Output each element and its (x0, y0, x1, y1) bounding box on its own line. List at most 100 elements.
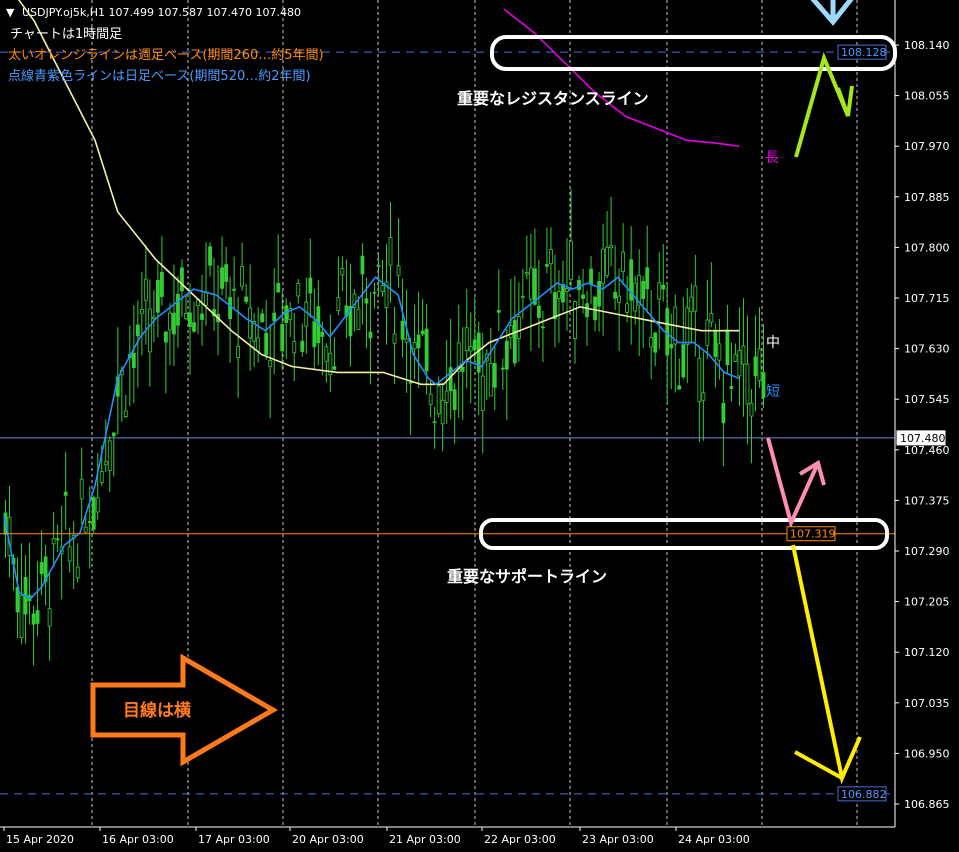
y-tick-label: 107.460 (904, 444, 950, 457)
candle-body (412, 341, 417, 350)
x-tick-label: 17 Apr 03:00 (198, 833, 270, 846)
candle-body (524, 272, 529, 275)
candle-body (332, 366, 337, 370)
ma-long-label: 長 (765, 150, 779, 166)
candle-body (260, 313, 265, 323)
candle-body (424, 328, 429, 372)
candle-body (653, 332, 658, 353)
candle-body (324, 346, 329, 362)
candle-body (537, 305, 541, 318)
candle-body (160, 272, 164, 297)
candle-body (480, 375, 485, 412)
candle-body (512, 320, 517, 364)
candle-body (757, 348, 762, 381)
green-zigzag-arrow (794, 51, 854, 158)
candle-body (276, 282, 281, 293)
candle-body (621, 251, 626, 273)
candle-body (669, 344, 674, 349)
x-tick-label: 20 Apr 03:00 (292, 833, 364, 846)
candle-body (151, 316, 156, 319)
candle-body (39, 562, 44, 575)
candle-body (685, 307, 690, 345)
y-tick-label: 107.715 (904, 292, 950, 305)
candle-body (428, 393, 433, 405)
candle-body (400, 320, 405, 340)
x-axis: 15 Apr 2020 16 Apr 03:00 17 Apr 03:00 20 Ap… (0, 826, 895, 846)
candle-body (569, 240, 573, 280)
resistance-price-tag: 108.128 (841, 46, 887, 59)
candle-body (336, 297, 341, 311)
candle-body (573, 301, 577, 339)
candle-body (368, 331, 373, 339)
candle-body (541, 326, 545, 329)
candle-body (408, 381, 413, 384)
candle-body (661, 284, 666, 290)
candle-body (232, 288, 237, 291)
candle-body (468, 346, 473, 352)
candle-body (589, 268, 593, 285)
candle-body (308, 277, 313, 294)
symbol-line: USDJPY.oj5k,H1 107.499 107.587 107.470 1… (22, 6, 301, 19)
candle-body (224, 264, 228, 282)
candle-body (75, 566, 80, 579)
candle-body (693, 285, 698, 312)
candle-body (677, 385, 682, 390)
ma-short-label: 短 (766, 384, 780, 400)
arrow-label: 目線は横 (123, 700, 191, 721)
candle-body (200, 313, 204, 320)
candle-body (380, 284, 385, 293)
candle-body (55, 538, 60, 541)
candle-body (204, 292, 208, 306)
candle-body (176, 293, 180, 326)
resistance-label: 重要なレジスタンスライン (457, 89, 649, 108)
candle-body (645, 267, 650, 290)
candle-body (248, 307, 253, 339)
y-tick-label: 108.055 (904, 90, 950, 103)
candle-body (376, 265, 381, 267)
candle-body (284, 305, 289, 323)
candle-body (244, 296, 249, 302)
candle-body (561, 284, 565, 303)
candle-body (649, 336, 654, 348)
chart-menu-triangle[interactable]: ▼ (6, 6, 15, 19)
blue-up-arrow (810, 0, 854, 26)
candle-body (549, 249, 553, 265)
candle-body (713, 331, 718, 357)
candle-body (272, 312, 277, 322)
candle-body (220, 267, 224, 289)
x-tick-label: 24 Apr 03:00 (678, 833, 750, 846)
candle-body (364, 298, 369, 304)
candle-body (188, 312, 192, 327)
candle-body (172, 312, 176, 335)
pink-zigzag-arrow (766, 437, 826, 529)
candle-body (733, 354, 738, 362)
candle-body (613, 291, 618, 299)
candle-body (340, 268, 345, 276)
ma-mid-label: 中 (766, 335, 780, 351)
current-price-tag: 107.480 (900, 432, 946, 445)
candle-body (95, 497, 100, 513)
candle-body (404, 338, 409, 343)
candle-body (103, 461, 108, 466)
candle-body (553, 292, 557, 320)
yellow-down-arrow (791, 544, 862, 785)
candle-body (585, 303, 589, 318)
candle-body (617, 295, 622, 304)
candle-body (460, 367, 465, 372)
candle-body (304, 301, 309, 327)
candle-body (47, 608, 52, 627)
candle-body (135, 324, 140, 337)
candle-body (452, 389, 457, 410)
candle-body (156, 279, 160, 313)
candle-body (472, 339, 477, 351)
candle-body (440, 399, 445, 425)
candle-body (657, 282, 662, 300)
candle-body (67, 546, 72, 562)
candle-body (577, 280, 581, 291)
candle-body (737, 350, 742, 377)
y-tick-label: 106.865 (904, 798, 950, 811)
candle-body (665, 308, 670, 356)
support-label: 重要なサポートライン (447, 567, 607, 586)
candle-body (83, 526, 88, 533)
candle-body (264, 332, 269, 356)
